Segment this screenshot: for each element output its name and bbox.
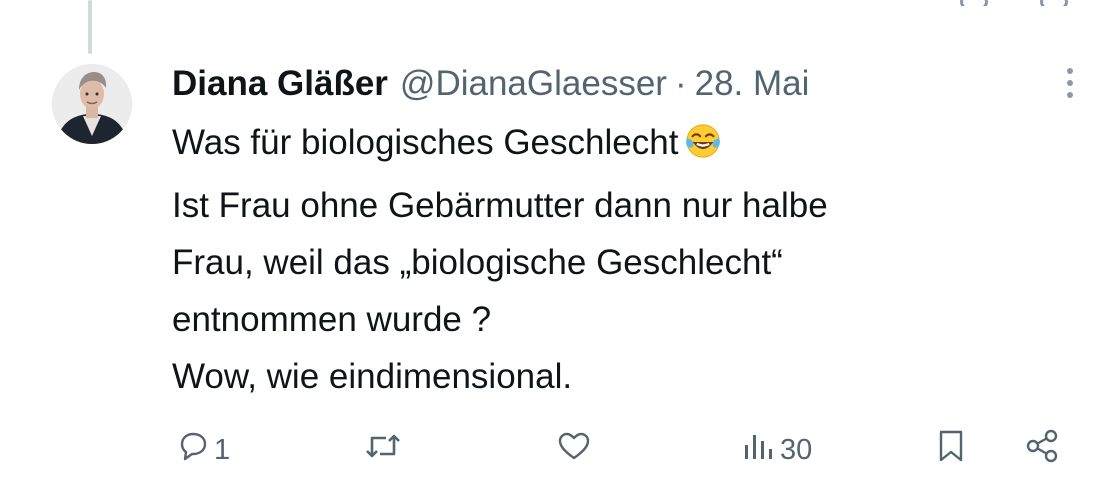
author-handle[interactable]: @DianaGlaesser (400, 62, 667, 106)
cut-off-icon (960, 0, 990, 6)
tweet-card: Diana Gläßer @DianaGlaesser · 28. Mai Wa… (0, 0, 1116, 501)
tweet-text-line: Frau, weil das „biologische Geschlecht“ (172, 243, 783, 282)
views-count: 30 (780, 433, 813, 466)
tweet-text-line: Ist Frau ohne Gebärmutter dann nur halbe (172, 186, 828, 225)
thread-line (88, 0, 92, 54)
reply-count: 1 (214, 433, 231, 466)
repost-button[interactable] (364, 428, 406, 472)
share-button[interactable] (1024, 428, 1060, 472)
bookmark-icon (934, 428, 968, 472)
tweet-text-line: entnommen wurde ? (172, 300, 492, 339)
repost-icon (364, 429, 402, 471)
tweet-header: Diana Gläßer @DianaGlaesser · 28. Mai (172, 62, 809, 106)
views-button[interactable]: 30 (742, 428, 812, 472)
bookmark-button[interactable] (934, 428, 968, 472)
avatar[interactable] (52, 64, 132, 144)
action-bar: 1 30 (0, 420, 1116, 480)
heart-icon (556, 429, 592, 471)
tweet-text-line: Wow, wie eindimensional. (172, 357, 573, 396)
reply-button[interactable]: 1 (176, 428, 230, 472)
reply-icon (176, 429, 210, 471)
analytics-icon (742, 429, 776, 471)
tweet-date[interactable]: 28. Mai (695, 62, 810, 106)
author-name[interactable]: Diana Gläßer (172, 62, 388, 106)
share-icon (1024, 428, 1060, 472)
tweet-text-line: Was für biologisches Geschlecht (172, 114, 1072, 177)
more-options-icon[interactable] (1062, 68, 1078, 108)
separator-dot: · (674, 64, 687, 103)
like-button[interactable] (556, 428, 596, 472)
cut-off-icon (1040, 0, 1070, 6)
face-with-tears-of-joy-icon (684, 120, 722, 177)
tweet-text: Was für biologisches Geschlecht Ist Frau… (172, 114, 1072, 405)
